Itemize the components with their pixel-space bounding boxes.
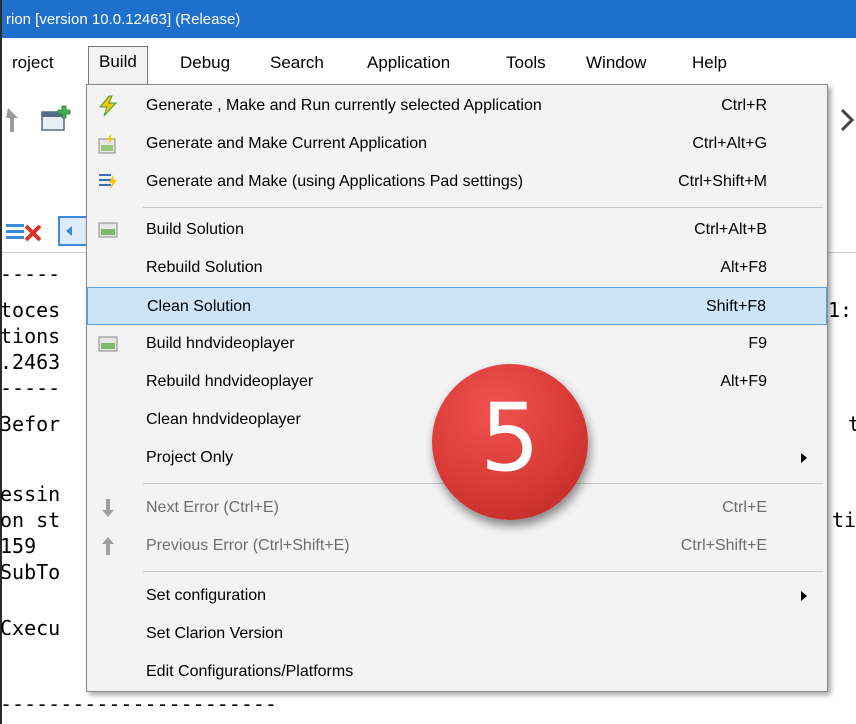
menu-item-previous-error[interactable]: Previous Error (Ctrl+Shift+E) Ctrl+Shift… (87, 527, 827, 565)
menu-search[interactable]: Search (260, 48, 334, 78)
callout-number: 5 (480, 384, 540, 493)
submenu-arrow-icon (801, 453, 807, 463)
menu-item-label: Set configuration (146, 587, 267, 604)
menu-item-shortcut: Alt+F9 (720, 373, 767, 390)
new-project-icon[interactable] (40, 104, 72, 134)
generate-make-icon (98, 134, 116, 154)
menu-separator (143, 571, 823, 572)
menu-item-label: Next Error (Ctrl+E) (146, 499, 279, 516)
menu-item-shortcut: Ctrl+R (721, 97, 767, 114)
console-line: on st (0, 508, 61, 532)
console-line: ----- (0, 262, 61, 286)
console-line: ----------------------- (0, 692, 277, 716)
console-line: .2463 (0, 350, 61, 374)
menu-application[interactable]: Application (357, 48, 460, 78)
console-line: ----- (0, 376, 61, 400)
menu-item-set-clarion-version[interactable]: Set Clarion Version (87, 615, 827, 653)
arrow-up-icon (102, 537, 114, 555)
menu-item-shortcut: Ctrl+Shift+M (678, 173, 767, 190)
menu-item-shortcut: Ctrl+Alt+G (692, 135, 767, 152)
menu-item-shortcut: Ctrl+Shift+E (680, 537, 767, 554)
build-project-icon (98, 336, 118, 352)
menu-item-set-configuration[interactable]: Set configuration (87, 577, 827, 615)
menu-item-label: Project Only (146, 449, 234, 466)
toolbar-right-icon[interactable] (838, 106, 856, 134)
menu-item-edit-configurations[interactable]: Edit Configurations/Platforms (87, 653, 827, 691)
refresh-list-icon[interactable] (58, 216, 88, 246)
menu-item-label: Set Clarion Version (146, 625, 283, 642)
menu-item-build-project[interactable]: Build hndvideoplayer F9 (87, 325, 827, 363)
console-line: tions (0, 324, 61, 348)
menu-item-label: Generate and Make Current Application (146, 135, 428, 152)
menu-item-shortcut: Ctrl+E (722, 499, 767, 516)
console-line: toces (0, 298, 61, 322)
menu-debug[interactable]: Debug (170, 48, 240, 78)
menu-item-label: Build hndvideoplayer (146, 335, 295, 352)
console-line: essin (0, 482, 61, 506)
menu-item-clean-solution[interactable]: Clean Solution Shift+F8 (87, 287, 827, 325)
console-line: 3efor (0, 412, 61, 436)
delete-icon[interactable] (6, 218, 46, 244)
menu-project[interactable]: roject (2, 48, 64, 78)
menu-build[interactable]: Build (88, 46, 148, 84)
console-line: SubTo (0, 560, 61, 584)
menu-item-label: Clean Solution (147, 298, 252, 315)
menu-item-generate-make-run[interactable]: Generate , Make and Run currently select… (87, 87, 827, 125)
generate-list-icon (99, 174, 117, 190)
console-line-right: t (848, 412, 856, 436)
lightning-run-icon (98, 95, 118, 117)
menu-item-shortcut: Alt+F8 (720, 259, 767, 276)
menu-window[interactable]: Window (576, 48, 656, 78)
menu-item-label: Rebuild Solution (146, 259, 263, 276)
menu-item-generate-make-pad[interactable]: Generate and Make (using Applications Pa… (87, 163, 827, 201)
step-callout-badge: 5 (432, 364, 588, 520)
title-bar: rion [version 10.0.12463] (Release) (2, 0, 856, 38)
menu-item-shortcut: F9 (748, 335, 767, 352)
menu-bar: roject Build Debug Search Application To… (2, 38, 856, 85)
menu-item-label: Build Solution (146, 221, 244, 238)
window-title: rion [version 10.0.12463] (Release) (6, 10, 241, 28)
menu-item-label: Generate , Make and Run currently select… (146, 97, 542, 114)
submenu-arrow-icon (801, 591, 807, 601)
menu-item-build-solution[interactable]: Build Solution Ctrl+Alt+B (87, 211, 827, 249)
menu-item-shortcut: Ctrl+Alt+B (694, 221, 767, 238)
console-line-right: 1: (828, 298, 853, 322)
menu-help[interactable]: Help (682, 48, 737, 78)
build-solution-icon (98, 222, 118, 238)
menu-separator (143, 207, 823, 208)
menu-item-label: Previous Error (Ctrl+Shift+E) (146, 537, 350, 554)
console-line-right: ti (832, 508, 856, 532)
console-line: 159 (0, 534, 37, 558)
menu-item-label: Clean hndvideoplayer (146, 411, 301, 428)
menu-item-label: Edit Configurations/Platforms (146, 663, 354, 680)
menu-tools[interactable]: Tools (496, 48, 556, 78)
menu-item-label: Generate and Make (using Applications Pa… (146, 173, 524, 190)
menu-item-rebuild-solution[interactable]: Rebuild Solution Alt+F8 (87, 249, 827, 287)
toolbar-arrow-icon[interactable] (6, 104, 20, 134)
menu-item-label: Rebuild hndvideoplayer (146, 373, 314, 390)
menu-item-generate-make-current[interactable]: Generate and Make Current Application Ct… (87, 125, 827, 163)
menu-item-shortcut: Shift+F8 (705, 298, 766, 315)
arrow-down-icon (102, 499, 114, 517)
console-line: Cxecu (0, 616, 61, 640)
